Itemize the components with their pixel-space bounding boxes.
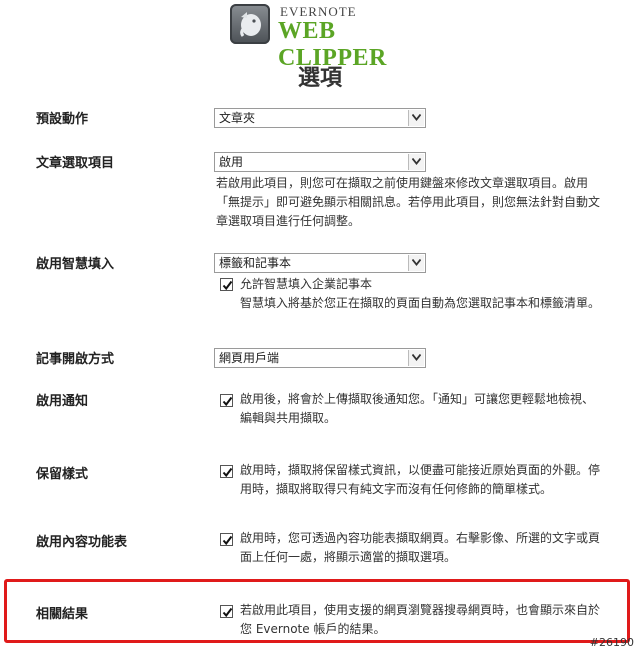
checkmark-icon: [222, 535, 233, 546]
article-selection-select[interactable]: 啟用: [214, 152, 426, 172]
keep-styles-text-line1: 啟用時，擷取將保留樣式資訊，以便盡可能接近原始頁面的外觀。停: [240, 463, 601, 477]
chevron-down-icon: [408, 110, 424, 126]
default-action-select[interactable]: 文章夾: [214, 108, 426, 128]
article-selection-help-line1: 若啟用此項目，則您可在擷取之前使用鍵盤來修改文章選取項目。啟用: [216, 176, 589, 190]
evernote-web-clipper-logo: EVERNOTE WEB CLIPPER: [230, 2, 450, 71]
default-action-value: 文章夾: [219, 111, 256, 125]
keep-styles-label: 保留樣式: [36, 467, 89, 482]
smart-filing-select[interactable]: 標籤和記事本: [214, 253, 426, 273]
checkmark-icon: [222, 396, 233, 407]
keep-styles-checkbox[interactable]: [220, 465, 233, 478]
open-note-label: 記事開啟方式: [36, 352, 115, 367]
article-selection-label: 文章選取項目: [36, 156, 115, 171]
smart-filing-help: 智慧填入將基於您正在擷取的頁面自動為您選取記事本和標籤清單。: [240, 296, 601, 310]
related-results-text-line1: 若啟用此項目，使用支援的網頁瀏覽器搜尋網頁時，也會顯示來自於: [240, 603, 601, 617]
chevron-down-icon: [408, 255, 424, 271]
chevron-down-icon: [408, 154, 424, 170]
context-menu-text-line2: 面上任何一處，將顯示適當的擷取選項。: [240, 550, 457, 564]
open-note-select[interactable]: 網頁用戶端: [214, 348, 426, 368]
checkmark-icon: [222, 280, 233, 291]
chevron-down-icon: [408, 350, 424, 366]
context-menu-text-line1: 啟用時，您可透過內容功能表擷取網頁。右擊影像、所選的文字或頁: [240, 531, 601, 545]
checkmark-icon: [222, 467, 233, 478]
keep-styles-text-line2: 用時，擷取將取得只有純文字而沒有任何修飾的簡單樣式。: [240, 482, 553, 496]
article-selection-help-line2: 「無提示」即可避免顯示相關訊息。若停用此項目，則您無法針對自動文: [216, 195, 601, 209]
related-results-checkbox[interactable]: [220, 605, 233, 618]
default-action-label: 預設動作: [36, 112, 89, 127]
business-notebooks-checkbox[interactable]: [220, 278, 233, 291]
related-results-label: 相關結果: [36, 607, 89, 622]
page-title: 選項: [297, 66, 342, 91]
smart-filing-value: 標籤和記事本: [219, 256, 292, 270]
context-menu-checkbox[interactable]: [220, 533, 233, 546]
context-menu-label: 啟用內容功能表: [36, 535, 128, 550]
open-note-value: 網頁用戶端: [219, 351, 280, 365]
checkmark-icon: [222, 607, 233, 618]
watermark-id: #26190: [589, 636, 634, 649]
business-notebooks-checkbox-label: 允許智慧填入企業記事本: [240, 277, 373, 291]
article-selection-help-line3: 章選取項目進行任何調整。: [216, 214, 361, 228]
notifications-text-line1: 啟用後，將會於上傳擷取後通知您。「通知」可讓您更輕鬆地檢視、: [240, 392, 595, 406]
related-results-text-line2: 您 Evernote 帳戶的結果。: [240, 622, 386, 636]
elephant-logo-icon: [230, 4, 270, 44]
smart-filing-label: 啟用智慧填入: [36, 257, 115, 272]
notifications-text-line2: 編輯與共用擷取。: [240, 411, 337, 425]
notifications-label: 啟用通知: [36, 394, 89, 409]
article-selection-value: 啟用: [219, 155, 244, 169]
notifications-checkbox[interactable]: [220, 394, 233, 407]
